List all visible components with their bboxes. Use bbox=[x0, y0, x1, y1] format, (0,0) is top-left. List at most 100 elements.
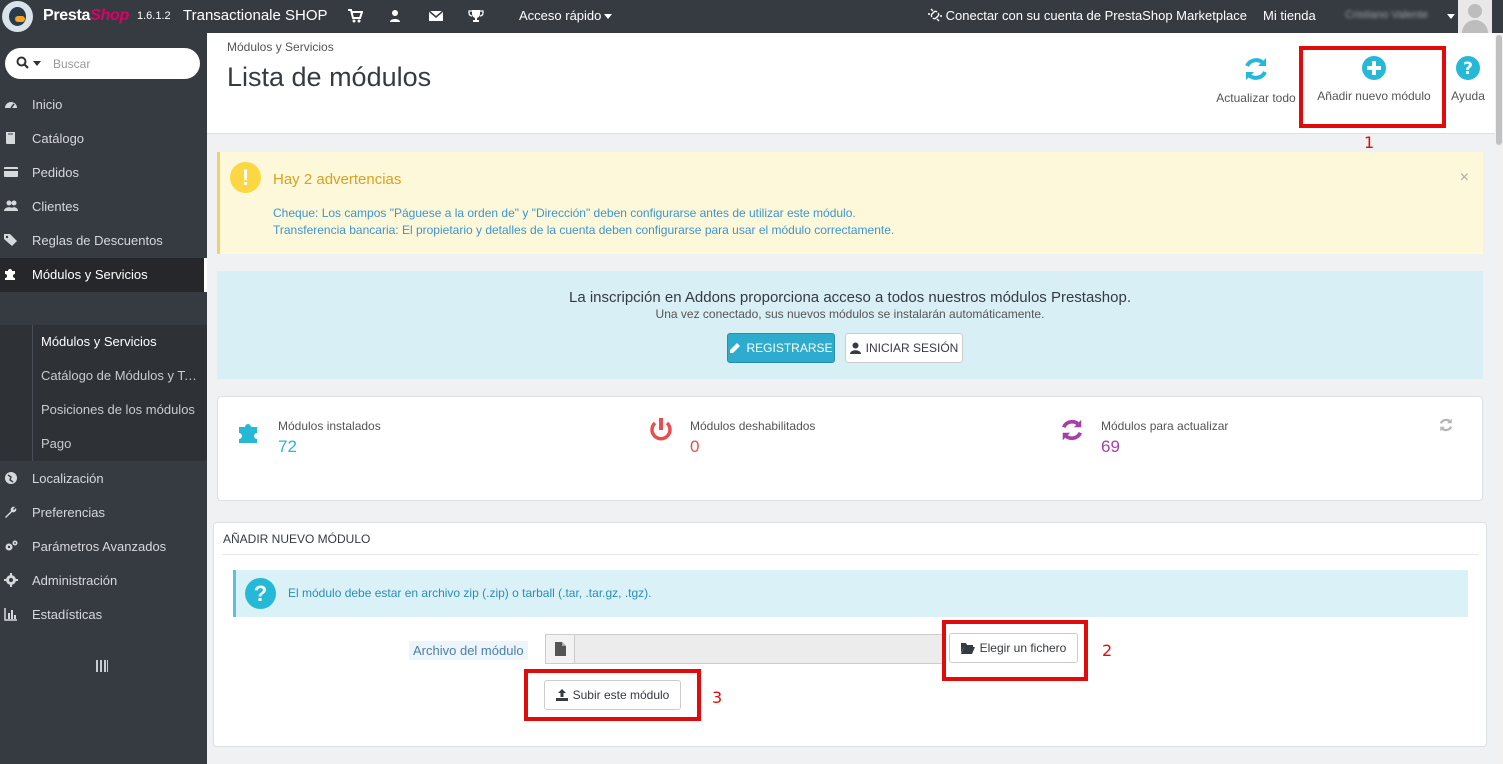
sidebar-item-preferences[interactable]: Preferencias bbox=[0, 496, 207, 530]
stat-installed-label: Módulos instalados bbox=[278, 419, 381, 433]
close-icon[interactable]: × bbox=[1460, 169, 1469, 187]
update-all-button[interactable]: Actualizar todo bbox=[1214, 55, 1298, 105]
marketplace-label: Conectar con su cuenta de PrestaShop Mar… bbox=[945, 8, 1247, 23]
upload-info-alert: ? El módulo debe estar en archivo zip (.… bbox=[233, 570, 1468, 617]
addons-headline: La inscripción en Addons proporciona acc… bbox=[568, 289, 1131, 306]
warning-line-bank-transfer: Transferencia bancaria: El propietario y… bbox=[273, 223, 895, 237]
envelope-icon[interactable] bbox=[428, 8, 444, 24]
cart-icon[interactable] bbox=[347, 8, 363, 24]
sidebar-item-orders[interactable]: Pedidos bbox=[0, 156, 207, 190]
sidebar-item-administration[interactable]: Administración bbox=[0, 564, 207, 598]
user-name[interactable]: Cristiano Valente bbox=[1345, 9, 1428, 21]
login-button[interactable]: INICIAR SESIÓN bbox=[845, 333, 963, 363]
submenu-item-module-positions[interactable]: Posiciones de los módulos bbox=[41, 402, 201, 417]
book-icon bbox=[6, 132, 15, 144]
caret-down-icon bbox=[604, 14, 613, 20]
sidebar-item-localization[interactable]: Localización bbox=[0, 462, 207, 496]
bar-chart-icon bbox=[4, 608, 17, 621]
top-navbar: PrestaShop 1.6.1.2 Transactionale SHOP A… bbox=[0, 0, 1503, 33]
help-button[interactable]: ? Ayuda bbox=[1447, 55, 1489, 103]
users-icon bbox=[4, 200, 18, 211]
scrollbar-thumb[interactable] bbox=[1496, 35, 1502, 145]
avatar[interactable] bbox=[1458, 0, 1492, 33]
annotation-number-3: 3 bbox=[712, 688, 723, 707]
panel-divider bbox=[222, 554, 1478, 555]
quick-access-dropdown[interactable]: Acceso rápido bbox=[519, 8, 613, 23]
user-icon[interactable] bbox=[387, 8, 403, 24]
unlink-icon bbox=[928, 8, 942, 22]
stat-disabled-value: 0 bbox=[690, 437, 700, 456]
my-shop-link[interactable]: Mi tienda bbox=[1263, 8, 1316, 23]
sidebar-item-cart-rules[interactable]: Reglas de Descuentos bbox=[0, 224, 207, 258]
prestashop-logo[interactable] bbox=[2, 1, 33, 32]
sidebar-item-label: Módulos y Servicios bbox=[32, 267, 148, 282]
help-label: Ayuda bbox=[1451, 89, 1485, 103]
search-scope-caret-icon[interactable] bbox=[33, 61, 41, 66]
annotation-number-1: 1 bbox=[1364, 133, 1375, 152]
brand-part-2: Shop bbox=[90, 7, 129, 24]
brand-part-1: Presta bbox=[43, 7, 91, 24]
annotation-box-2 bbox=[942, 620, 1088, 681]
warning-icon: ! bbox=[230, 162, 261, 193]
sidebar-item-label: Administración bbox=[32, 573, 118, 588]
wrench-icon bbox=[5, 506, 17, 518]
sidebar-item-label: Reglas de Descuentos bbox=[32, 233, 163, 248]
stat-to-update-value: 69 bbox=[1101, 437, 1120, 456]
submenu-item-modules-services[interactable]: Módulos y Servicios bbox=[41, 334, 201, 349]
module-file-input[interactable] bbox=[574, 634, 946, 664]
file-icon bbox=[545, 634, 574, 664]
sidebar-search bbox=[5, 48, 200, 79]
refresh-icon bbox=[1245, 58, 1267, 80]
module-stats-panel: Módulos instalados 72 Módulos deshabilit… bbox=[217, 396, 1483, 501]
version-label: 1.6.1.2 bbox=[137, 10, 171, 22]
sidebar-item-advanced-parameters[interactable]: Parámetros Avanzados bbox=[0, 530, 207, 564]
sidebar-item-label: Pedidos bbox=[32, 165, 79, 180]
globe-icon bbox=[5, 472, 17, 484]
submenu-modules: Módulos y Servicios Catálogo de Módulos … bbox=[0, 325, 207, 461]
annotation-box-1 bbox=[1299, 46, 1446, 128]
annotation-box-3 bbox=[524, 669, 701, 721]
sidebar-item-customers[interactable]: Clientes bbox=[0, 190, 207, 224]
sidebar: Inicio Catálogo Pedidos Clientes Reglas de D… bbox=[0, 33, 207, 764]
search-icon[interactable] bbox=[16, 56, 29, 69]
cog-icon bbox=[4, 573, 18, 587]
breadcrumb[interactable]: Módulos y Servicios bbox=[227, 40, 334, 54]
cogs-icon bbox=[5, 540, 18, 551]
warning-alert: ! Hay 2 advertencias Cheque: Los campos … bbox=[217, 152, 1483, 254]
collapse-sidebar-icon[interactable] bbox=[95, 659, 109, 673]
trophy-icon[interactable] bbox=[468, 8, 484, 24]
pencil-icon bbox=[730, 343, 741, 353]
register-label: REGISTRARSE bbox=[746, 341, 833, 355]
user-icon bbox=[849, 342, 861, 354]
page-scrollbar[interactable] bbox=[1495, 33, 1503, 764]
reload-stats-icon[interactable] bbox=[1438, 417, 1454, 433]
submenu-item-payment[interactable]: Pago bbox=[41, 436, 201, 451]
refresh-icon bbox=[1061, 419, 1083, 441]
annotation-number-2: 2 bbox=[1102, 641, 1113, 660]
power-icon bbox=[650, 418, 672, 441]
sidebar-item-label: Parámetros Avanzados bbox=[32, 539, 167, 554]
add-module-panel-title: AÑADIR NUEVO MÓDULO bbox=[223, 532, 371, 546]
user-menu-caret-icon[interactable] bbox=[1447, 14, 1455, 19]
stat-installed-value: 72 bbox=[278, 437, 297, 456]
sidebar-item-label: Clientes bbox=[32, 199, 79, 214]
sidebar-item-stats[interactable]: Estadísticas bbox=[0, 598, 207, 632]
sidebar-item-modules[interactable]: Módulos y Servicios bbox=[0, 258, 207, 292]
marketplace-link[interactable]: Conectar con su cuenta de PrestaShop Mar… bbox=[928, 8, 1247, 23]
dashboard-icon bbox=[5, 102, 17, 109]
addons-subline: Una vez conectado, sus nuevos módulos se… bbox=[655, 307, 1045, 321]
sidebar-item-label: Localización bbox=[32, 471, 104, 486]
puzzle-icon bbox=[239, 424, 257, 443]
search-input[interactable] bbox=[53, 54, 193, 74]
addons-banner: La inscripción en Addons proporciona acc… bbox=[217, 271, 1483, 379]
svg-text:?: ? bbox=[1463, 59, 1473, 79]
sidebar-item-home[interactable]: Inicio bbox=[0, 88, 207, 122]
register-button[interactable]: REGISTRARSE bbox=[727, 333, 835, 363]
submenu-item-catalog-modules-themes[interactable]: Catálogo de Módulos y Temas bbox=[41, 368, 201, 383]
page-title: Lista de módulos bbox=[227, 62, 432, 92]
sidebar-item-label: Estadísticas bbox=[32, 607, 103, 622]
puzzle-icon bbox=[5, 269, 15, 280]
shop-name[interactable]: Transactionale SHOP bbox=[183, 7, 328, 24]
sidebar-item-catalog[interactable]: Catálogo bbox=[0, 122, 207, 156]
add-module-panel: AÑADIR NUEVO MÓDULO ? El módulo debe est… bbox=[213, 522, 1487, 747]
